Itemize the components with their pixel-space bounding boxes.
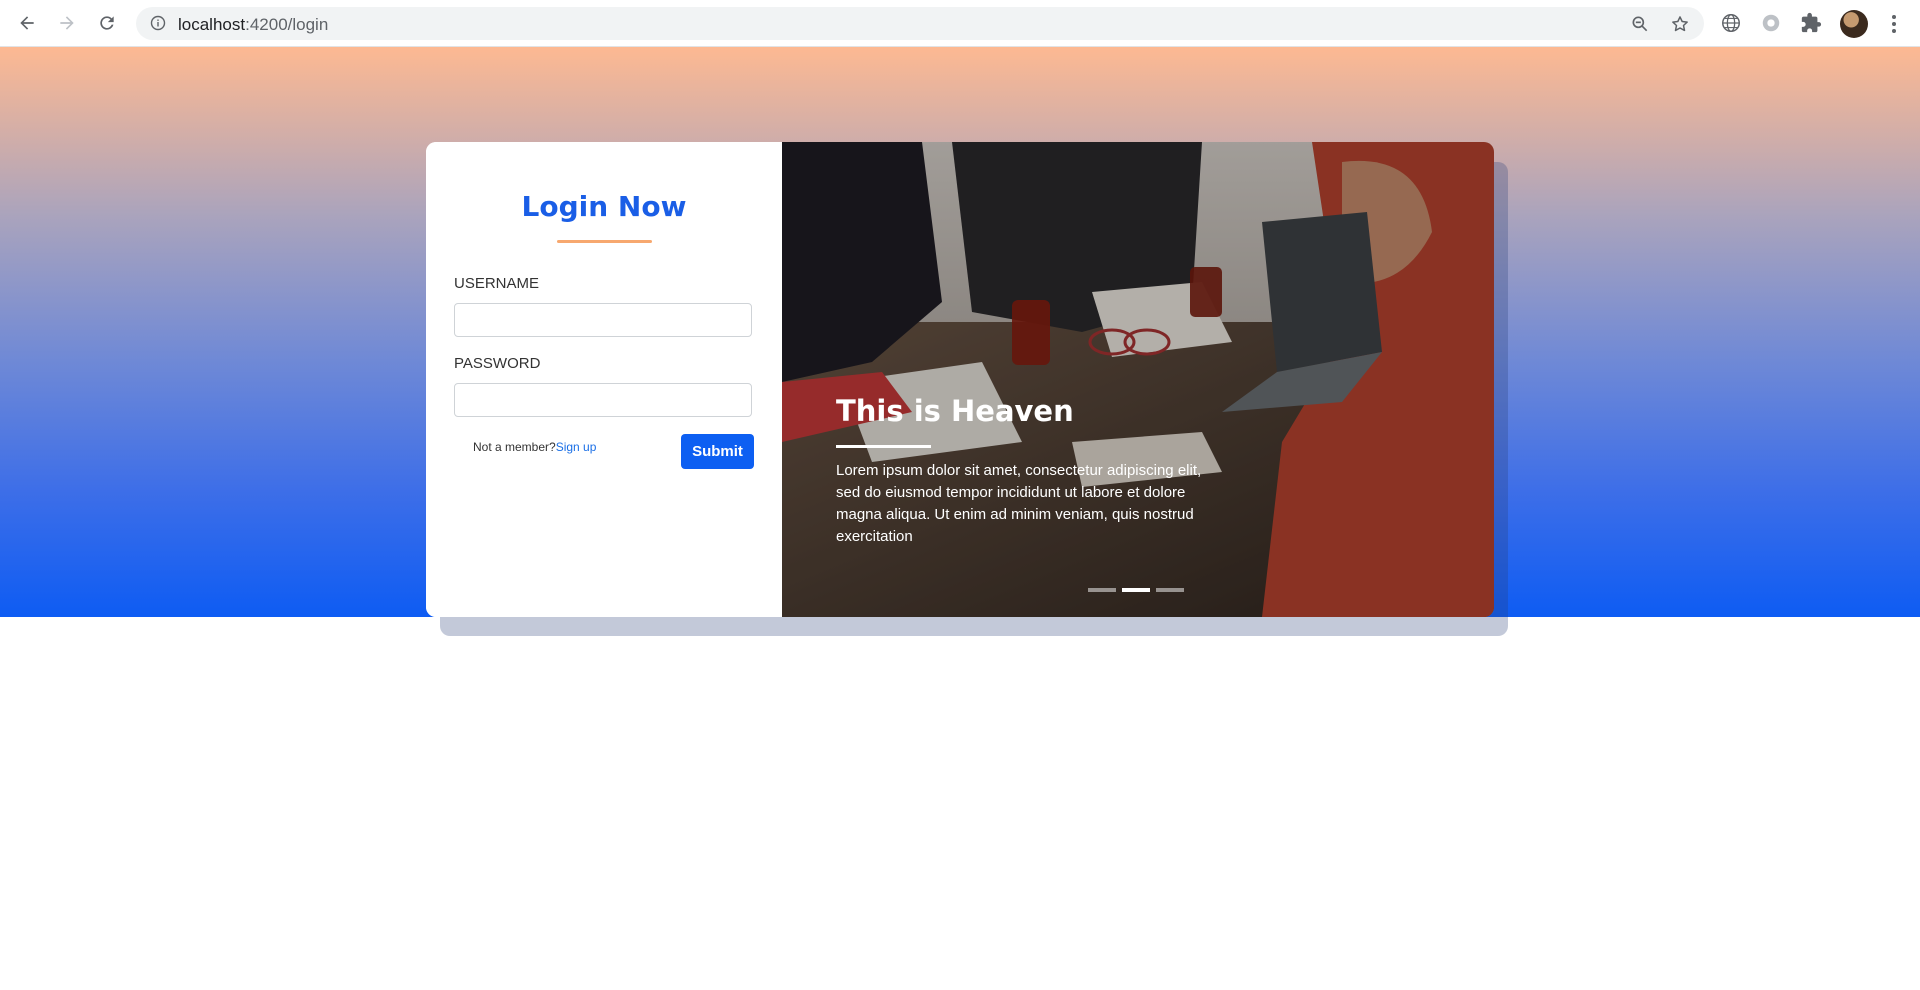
- globe-extension-icon[interactable]: [1720, 12, 1742, 34]
- slide-title: This is Heaven: [836, 394, 1074, 428]
- gradient-hero: Login Now USERNAME PASSWORD Not a member…: [0, 47, 1920, 636]
- more-vert-icon[interactable]: [1884, 12, 1904, 36]
- reload-icon: [100, 16, 114, 30]
- carousel-indicator-2[interactable]: [1122, 588, 1150, 592]
- image-carousel: This is Heaven Lorem ipsum dolor sit ame…: [782, 142, 1494, 617]
- info-icon[interactable]: [150, 15, 166, 31]
- browser-toolbar: localhost:4200/login: [0, 0, 1920, 47]
- forward-button[interactable]: [52, 8, 82, 38]
- bookmark-star-icon[interactable]: [1670, 14, 1690, 34]
- username-input[interactable]: [454, 303, 752, 337]
- password-input[interactable]: [454, 383, 752, 417]
- signup-link[interactable]: Sign up: [556, 440, 597, 454]
- slide-description: Lorem ipsum dolor sit amet, consectetur …: [836, 462, 1202, 545]
- submit-button[interactable]: Submit: [681, 434, 754, 469]
- member-prompt-text: Not a member?: [473, 440, 556, 454]
- username-label: USERNAME: [454, 275, 540, 292]
- carousel-indicator-3[interactable]: [1156, 588, 1184, 592]
- member-prompt: Not a member?Sign up: [473, 440, 596, 454]
- translate-extension-icon[interactable]: [1760, 12, 1782, 34]
- slide-title-underline: [836, 445, 931, 448]
- extensions-puzzle-icon[interactable]: [1800, 12, 1822, 34]
- arrow-left-icon: [20, 16, 34, 30]
- carousel-indicator-1[interactable]: [1088, 588, 1116, 592]
- url-text[interactable]: localhost:4200/login: [178, 15, 328, 35]
- profile-avatar[interactable]: [1840, 10, 1868, 38]
- back-button[interactable]: [12, 8, 42, 38]
- zoom-out-icon[interactable]: [1630, 14, 1650, 34]
- reload-button[interactable]: [92, 8, 122, 38]
- arrow-right-icon: [60, 16, 74, 30]
- title-underline: [557, 240, 652, 243]
- login-form: Login Now USERNAME PASSWORD Not a member…: [426, 142, 782, 617]
- password-label: PASSWORD: [454, 355, 541, 372]
- address-bar[interactable]: localhost:4200/login: [136, 7, 1704, 40]
- login-card: Login Now USERNAME PASSWORD Not a member…: [426, 142, 1494, 617]
- login-title: Login Now: [521, 190, 687, 223]
